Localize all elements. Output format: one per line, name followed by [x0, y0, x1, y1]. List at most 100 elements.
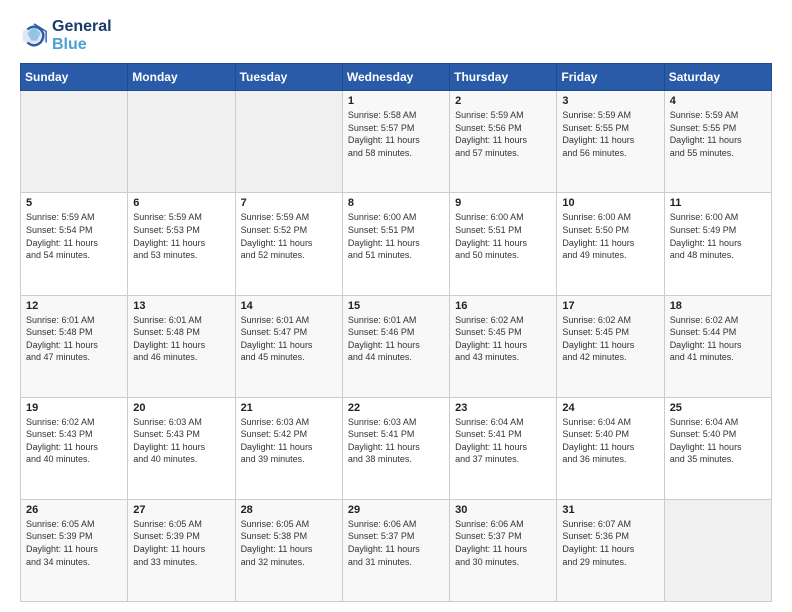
day-info: Sunrise: 6:01 AM Sunset: 5:48 PM Dayligh…	[133, 314, 229, 364]
day-number: 13	[133, 300, 229, 312]
calendar-cell: 9 Sunrise: 6:00 AM Sunset: 5:51 PM Daylig…	[450, 193, 557, 295]
calendar-cell: 5 Sunrise: 5:59 AM Sunset: 5:54 PM Daylig…	[21, 193, 128, 295]
day-number: 8	[348, 197, 444, 209]
day-number: 12	[26, 300, 122, 312]
calendar-week-row: 12 Sunrise: 6:01 AM Sunset: 5:48 PM Dayli…	[21, 295, 772, 397]
calendar-cell: 26 Sunrise: 6:05 AM Sunset: 5:39 PM Dayli…	[21, 499, 128, 601]
day-info: Sunrise: 6:02 AM Sunset: 5:44 PM Dayligh…	[670, 314, 766, 364]
day-info: Sunrise: 6:02 AM Sunset: 5:45 PM Dayligh…	[562, 314, 658, 364]
logo: General Blue	[20, 18, 112, 53]
day-info: Sunrise: 6:04 AM Sunset: 5:40 PM Dayligh…	[670, 416, 766, 466]
calendar-week-row: 1 Sunrise: 5:58 AM Sunset: 5:57 PM Daylig…	[21, 91, 772, 193]
day-number: 14	[241, 300, 337, 312]
calendar-cell: 29 Sunrise: 6:06 AM Sunset: 5:37 PM Dayli…	[342, 499, 449, 601]
day-info: Sunrise: 6:02 AM Sunset: 5:43 PM Dayligh…	[26, 416, 122, 466]
calendar-cell: 2 Sunrise: 5:59 AM Sunset: 5:56 PM Daylig…	[450, 91, 557, 193]
calendar-cell	[128, 91, 235, 193]
day-info: Sunrise: 6:06 AM Sunset: 5:37 PM Dayligh…	[348, 518, 444, 568]
day-header-friday: Friday	[557, 64, 664, 91]
calendar-cell: 7Sunrise: 5:59 AM Sunset: 5:52 PM Daylig…	[235, 193, 342, 295]
day-number: 25	[670, 402, 766, 414]
day-number: 29	[348, 504, 444, 516]
calendar-cell: 22Sunrise: 6:03 AM Sunset: 5:41 PM Dayli…	[342, 397, 449, 499]
logo-text: General Blue	[52, 18, 112, 53]
day-info: Sunrise: 6:02 AM Sunset: 5:45 PM Dayligh…	[455, 314, 551, 364]
day-info: Sunrise: 6:05 AM Sunset: 5:39 PM Dayligh…	[133, 518, 229, 568]
calendar-cell: 13 Sunrise: 6:01 AM Sunset: 5:48 PM Dayli…	[128, 295, 235, 397]
day-info: Sunrise: 5:59 AM Sunset: 5:53 PM Dayligh…	[133, 211, 229, 261]
day-info: Sunrise: 5:59 AM Sunset: 5:52 PM Dayligh…	[241, 211, 337, 261]
calendar-cell	[21, 91, 128, 193]
calendar-cell: 10 Sunrise: 6:00 AM Sunset: 5:50 PM Dayli…	[557, 193, 664, 295]
day-header-tuesday: Tuesday	[235, 64, 342, 91]
calendar-cell	[664, 499, 771, 601]
calendar-cell: 20Sunrise: 6:03 AM Sunset: 5:43 PM Dayli…	[128, 397, 235, 499]
calendar-cell: 3Sunrise: 5:59 AM Sunset: 5:55 PM Daylig…	[557, 91, 664, 193]
day-info: Sunrise: 6:05 AM Sunset: 5:39 PM Dayligh…	[26, 518, 122, 568]
day-info: Sunrise: 6:04 AM Sunset: 5:41 PM Dayligh…	[455, 416, 551, 466]
calendar-cell: 1 Sunrise: 5:58 AM Sunset: 5:57 PM Daylig…	[342, 91, 449, 193]
day-number: 31	[562, 504, 658, 516]
day-number: 15	[348, 300, 444, 312]
calendar-cell: 15 Sunrise: 6:01 AM Sunset: 5:46 PM Dayli…	[342, 295, 449, 397]
day-info: Sunrise: 6:00 AM Sunset: 5:51 PM Dayligh…	[455, 211, 551, 261]
day-info: Sunrise: 6:01 AM Sunset: 5:48 PM Dayligh…	[26, 314, 122, 364]
day-number: 21	[241, 402, 337, 414]
calendar-week-row: 19 Sunrise: 6:02 AM Sunset: 5:43 PM Dayli…	[21, 397, 772, 499]
calendar-cell: 18 Sunrise: 6:02 AM Sunset: 5:44 PM Dayli…	[664, 295, 771, 397]
day-number: 23	[455, 402, 551, 414]
day-number: 1	[348, 95, 444, 107]
day-header-thursday: Thursday	[450, 64, 557, 91]
day-number: 19	[26, 402, 122, 414]
day-number: 20	[133, 402, 229, 414]
day-header-saturday: Saturday	[664, 64, 771, 91]
day-number: 27	[133, 504, 229, 516]
day-info: Sunrise: 6:01 AM Sunset: 5:46 PM Dayligh…	[348, 314, 444, 364]
calendar-cell: 25 Sunrise: 6:04 AM Sunset: 5:40 PM Dayli…	[664, 397, 771, 499]
day-info: Sunrise: 6:00 AM Sunset: 5:51 PM Dayligh…	[348, 211, 444, 261]
calendar-cell: 31 Sunrise: 6:07 AM Sunset: 5:36 PM Dayli…	[557, 499, 664, 601]
day-info: Sunrise: 6:00 AM Sunset: 5:49 PM Dayligh…	[670, 211, 766, 261]
day-number: 4	[670, 95, 766, 107]
day-number: 18	[670, 300, 766, 312]
day-number: 26	[26, 504, 122, 516]
calendar-cell: 14 Sunrise: 6:01 AM Sunset: 5:47 PM Dayli…	[235, 295, 342, 397]
day-number: 9	[455, 197, 551, 209]
calendar-week-row: 26 Sunrise: 6:05 AM Sunset: 5:39 PM Dayli…	[21, 499, 772, 601]
day-number: 16	[455, 300, 551, 312]
calendar-cell: 21 Sunrise: 6:03 AM Sunset: 5:42 PM Dayli…	[235, 397, 342, 499]
day-info: Sunrise: 5:59 AM Sunset: 5:55 PM Dayligh…	[670, 109, 766, 159]
day-number: 5	[26, 197, 122, 209]
calendar-cell: 19 Sunrise: 6:02 AM Sunset: 5:43 PM Dayli…	[21, 397, 128, 499]
day-header-wednesday: Wednesday	[342, 64, 449, 91]
calendar-header-row: SundayMondayTuesdayWednesdayThursdayFrid…	[21, 64, 772, 91]
calendar-cell: 11Sunrise: 6:00 AM Sunset: 5:49 PM Dayli…	[664, 193, 771, 295]
day-info: Sunrise: 5:58 AM Sunset: 5:57 PM Dayligh…	[348, 109, 444, 159]
day-number: 24	[562, 402, 658, 414]
calendar-cell: 8 Sunrise: 6:00 AM Sunset: 5:51 PM Daylig…	[342, 193, 449, 295]
day-number: 30	[455, 504, 551, 516]
day-info: Sunrise: 5:59 AM Sunset: 5:55 PM Dayligh…	[562, 109, 658, 159]
day-number: 28	[241, 504, 337, 516]
calendar-cell: 23 Sunrise: 6:04 AM Sunset: 5:41 PM Dayli…	[450, 397, 557, 499]
day-info: Sunrise: 5:59 AM Sunset: 5:56 PM Dayligh…	[455, 109, 551, 159]
day-number: 2	[455, 95, 551, 107]
day-info: Sunrise: 6:04 AM Sunset: 5:40 PM Dayligh…	[562, 416, 658, 466]
page: General Blue SundayMondayTuesdayWednesda…	[0, 0, 792, 612]
calendar-cell: 24 Sunrise: 6:04 AM Sunset: 5:40 PM Dayli…	[557, 397, 664, 499]
day-info: Sunrise: 6:01 AM Sunset: 5:47 PM Dayligh…	[241, 314, 337, 364]
calendar-cell: 27 Sunrise: 6:05 AM Sunset: 5:39 PM Dayli…	[128, 499, 235, 601]
calendar-cell	[235, 91, 342, 193]
day-info: Sunrise: 6:00 AM Sunset: 5:50 PM Dayligh…	[562, 211, 658, 261]
calendar-cell: 12 Sunrise: 6:01 AM Sunset: 5:48 PM Dayli…	[21, 295, 128, 397]
calendar-cell: 28 Sunrise: 6:05 AM Sunset: 5:38 PM Dayli…	[235, 499, 342, 601]
calendar-cell: 17Sunrise: 6:02 AM Sunset: 5:45 PM Dayli…	[557, 295, 664, 397]
day-info: Sunrise: 6:03 AM Sunset: 5:42 PM Dayligh…	[241, 416, 337, 466]
day-info: Sunrise: 6:05 AM Sunset: 5:38 PM Dayligh…	[241, 518, 337, 568]
day-info: Sunrise: 6:07 AM Sunset: 5:36 PM Dayligh…	[562, 518, 658, 568]
day-info: Sunrise: 6:03 AM Sunset: 5:41 PM Dayligh…	[348, 416, 444, 466]
day-info: Sunrise: 5:59 AM Sunset: 5:54 PM Dayligh…	[26, 211, 122, 261]
day-number: 10	[562, 197, 658, 209]
day-header-monday: Monday	[128, 64, 235, 91]
logo-icon	[20, 22, 48, 50]
